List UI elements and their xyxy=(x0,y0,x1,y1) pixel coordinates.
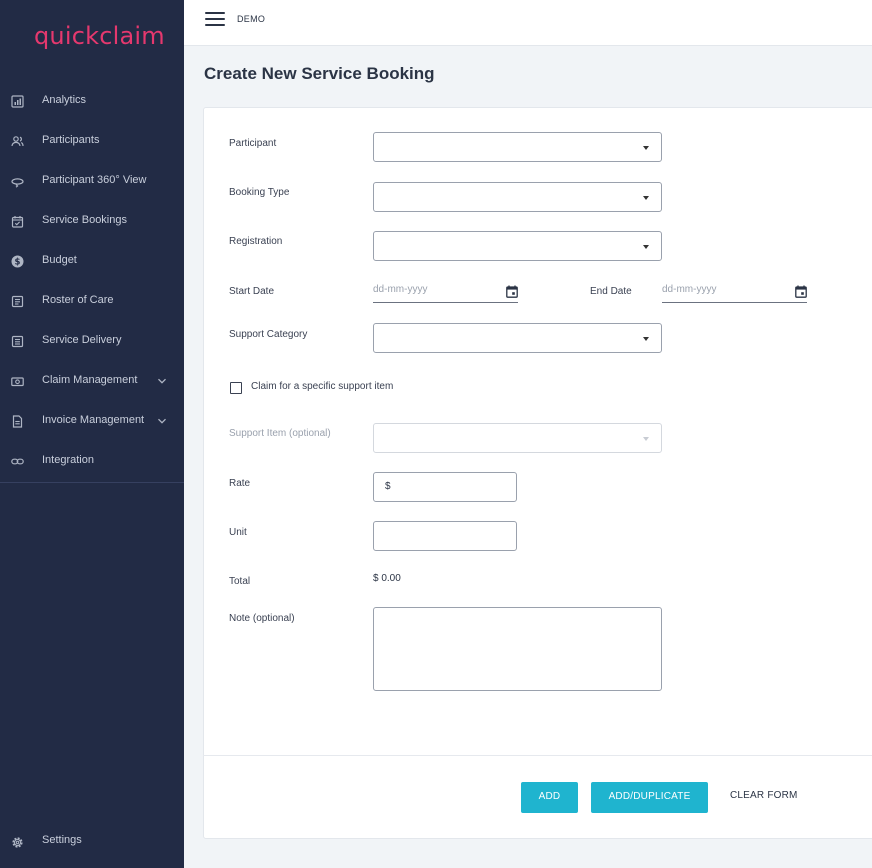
link-icon xyxy=(11,458,24,465)
participant-label: Participant xyxy=(229,138,277,149)
calendar-icon[interactable] xyxy=(795,285,807,298)
participants-icon xyxy=(11,136,24,147)
end-date-input[interactable]: dd-mm-yyyy xyxy=(662,281,807,303)
sidebar-item-budget[interactable]: $ Budget xyxy=(0,240,184,280)
gear-icon xyxy=(12,837,23,848)
sidebar-item-label: Claim Management xyxy=(42,374,138,386)
sidebar-item-label: Service Delivery xyxy=(42,334,122,346)
booking-type-select[interactable] xyxy=(373,182,662,212)
sidebar-nav: Analytics Participants Participant 360° … xyxy=(0,80,184,483)
rate-input[interactable]: $ xyxy=(373,472,517,502)
note-label: Note (optional) xyxy=(229,613,295,624)
calendar-icon[interactable] xyxy=(506,285,518,298)
support-category-select[interactable] xyxy=(373,323,662,353)
sidebar-item-label: Participants xyxy=(42,134,100,146)
top-bar: DEMO xyxy=(184,0,872,46)
booking-form-card xyxy=(203,107,872,839)
chevron-down-icon[interactable] xyxy=(157,376,167,386)
total-value: $ 0.00 xyxy=(373,573,401,584)
invoice-icon xyxy=(12,415,23,428)
sidebar-item-participants[interactable]: Participants xyxy=(0,120,184,160)
sidebar-item-label: Settings xyxy=(42,834,82,846)
add-duplicate-button[interactable]: ADD/DUPLICATE xyxy=(591,782,708,813)
note-textarea[interactable] xyxy=(373,607,662,691)
page-title: Create New Service Booking xyxy=(204,64,435,83)
calendar-icon xyxy=(11,216,24,228)
support-category-label: Support Category xyxy=(229,329,308,340)
caret-down-icon xyxy=(643,245,649,249)
sidebar-item-settings[interactable]: Settings xyxy=(0,822,184,862)
organisation-name: DEMO xyxy=(237,14,266,24)
caret-down-icon xyxy=(643,437,649,441)
sidebar-item-label: Analytics xyxy=(42,94,87,106)
sidebar-item-participant-360[interactable]: Participant 360° View xyxy=(0,160,184,200)
app-logo[interactable]: quickclaim xyxy=(34,22,165,50)
start-date-placeholder: dd-mm-yyyy xyxy=(373,284,428,295)
total-label: Total xyxy=(229,576,251,587)
sidebar-item-integration[interactable]: Integration xyxy=(0,440,184,480)
end-date-label: End Date xyxy=(590,286,632,297)
sidebar-item-label: Invoice Management xyxy=(42,414,145,426)
sidebar-item-analytics[interactable]: Analytics xyxy=(0,80,184,120)
sidebar-item-roster-of-care[interactable]: Roster of Care xyxy=(0,280,184,320)
participant-select[interactable] xyxy=(373,132,662,162)
unit-input[interactable] xyxy=(373,521,517,551)
sidebar-item-service-delivery[interactable]: Service Delivery xyxy=(0,320,184,360)
chevron-down-icon[interactable] xyxy=(157,416,167,426)
start-date-input[interactable]: dd-mm-yyyy xyxy=(373,281,518,303)
form-divider xyxy=(203,755,872,756)
registration-label: Registration xyxy=(229,236,283,247)
booking-type-label: Booking Type xyxy=(229,187,290,198)
sidebar-item-service-bookings[interactable]: Service Bookings xyxy=(0,200,184,240)
sidebar-item-label: Service Bookings xyxy=(42,214,127,226)
delivery-icon xyxy=(11,335,24,348)
analytics-icon xyxy=(11,95,24,108)
claim-icon xyxy=(11,377,24,387)
menu-icon[interactable] xyxy=(205,12,225,28)
dollar-icon: $ xyxy=(11,255,24,268)
sidebar-item-label: Integration xyxy=(42,454,94,466)
end-date-placeholder: dd-mm-yyyy xyxy=(662,284,717,295)
sidebar-item-label: Participant 360° View xyxy=(42,174,147,186)
caret-down-icon xyxy=(643,337,649,341)
specific-support-item-label[interactable]: Claim for a specific support item xyxy=(251,381,393,392)
caret-down-icon xyxy=(643,196,649,200)
svg-text:$: $ xyxy=(15,258,21,268)
sidebar: quickclaim Analytics Participants Partic… xyxy=(0,0,184,868)
sidebar-item-label: Roster of Care xyxy=(42,294,114,306)
support-item-label: Support Item (optional) xyxy=(229,428,331,439)
add-button[interactable]: ADD xyxy=(521,782,578,813)
currency-prefix: $ xyxy=(385,481,391,492)
start-date-label: Start Date xyxy=(229,286,275,297)
specific-support-item-checkbox[interactable] xyxy=(230,382,242,394)
unit-label: Unit xyxy=(229,527,247,538)
clear-form-button[interactable]: CLEAR FORM xyxy=(730,790,798,801)
roster-icon xyxy=(11,295,24,308)
registration-select[interactable] xyxy=(373,231,662,261)
sidebar-item-claim-management[interactable]: Claim Management xyxy=(0,360,184,400)
support-item-select xyxy=(373,423,662,453)
sidebar-item-invoice-management[interactable]: Invoice Management xyxy=(0,400,184,440)
view-360-icon xyxy=(11,178,24,188)
caret-down-icon xyxy=(643,146,649,150)
sidebar-item-label: Budget xyxy=(42,254,77,266)
rate-label: Rate xyxy=(229,478,251,489)
